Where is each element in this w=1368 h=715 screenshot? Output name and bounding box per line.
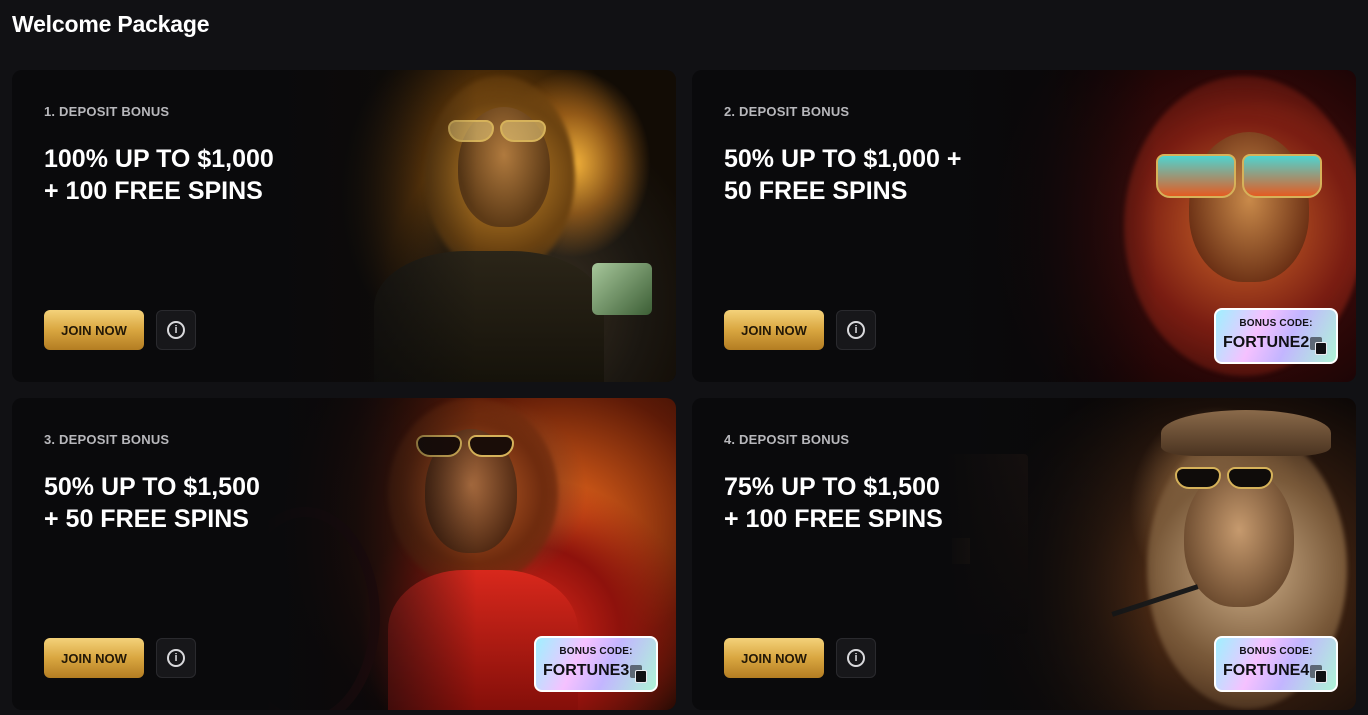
info-circle-icon: i bbox=[847, 321, 865, 339]
bonus-code-box[interactable]: BONUS CODE: FORTUNE2 bbox=[1214, 308, 1338, 364]
bonus-code-caption: BONUS CODE: bbox=[1239, 318, 1313, 329]
bonus-code-value: FORTUNE4 bbox=[1223, 662, 1310, 679]
bonus-code-box[interactable]: BONUS CODE: FORTUNE4 bbox=[1214, 636, 1338, 692]
info-button[interactable]: i bbox=[836, 310, 876, 350]
bonus-code-caption: BONUS CODE: bbox=[1239, 646, 1313, 657]
join-now-button[interactable]: JOIN NOW bbox=[724, 638, 824, 678]
bonus-card-3: 3. DEPOSIT BONUS 50% UP TO $1,500 + 50 F… bbox=[12, 398, 676, 710]
bonus-code-box[interactable]: BONUS CODE: FORTUNE3 bbox=[534, 636, 658, 692]
info-button[interactable]: i bbox=[156, 638, 196, 678]
deposit-bonus-label: 1. DEPOSIT BONUS bbox=[44, 104, 170, 119]
info-circle-icon: i bbox=[167, 649, 185, 667]
page-title: Welcome Package bbox=[12, 11, 210, 37]
bonus-code-caption: BONUS CODE: bbox=[559, 646, 633, 657]
copy-icon[interactable] bbox=[1310, 665, 1328, 683]
bonus-headline-line1: 75% UP TO $1,500 bbox=[724, 473, 940, 501]
deposit-bonus-label: 3. DEPOSIT BONUS bbox=[44, 432, 170, 447]
join-now-button[interactable]: JOIN NOW bbox=[44, 310, 144, 350]
join-now-button[interactable]: JOIN NOW bbox=[724, 310, 824, 350]
bonus-card-2: 2. DEPOSIT BONUS 50% UP TO $1,000 + 50 F… bbox=[692, 70, 1356, 382]
bonus-headline-line2: + 100 FREE SPINS bbox=[44, 177, 263, 205]
bonus-headline-line2: + 100 FREE SPINS bbox=[724, 505, 943, 533]
bonus-headline-line1: 100% UP TO $1,000 bbox=[44, 145, 274, 173]
deposit-bonus-label: 4. DEPOSIT BONUS bbox=[724, 432, 850, 447]
bonus-headline-line1: 50% UP TO $1,000 + bbox=[724, 145, 962, 173]
bonus-card-4: 4. DEPOSIT BONUS 75% UP TO $1,500 + 100 … bbox=[692, 398, 1356, 710]
deposit-bonus-label: 2. DEPOSIT BONUS bbox=[724, 104, 850, 119]
bonus-code-value: FORTUNE2 bbox=[1223, 334, 1310, 351]
info-button[interactable]: i bbox=[836, 638, 876, 678]
bonus-headline: 50% UP TO $1,000 + 50 FREE SPINS bbox=[724, 143, 1054, 207]
info-button[interactable]: i bbox=[156, 310, 196, 350]
info-circle-icon: i bbox=[167, 321, 185, 339]
bonus-headline: 100% UP TO $1,000 + 100 FREE SPINS bbox=[44, 143, 374, 207]
copy-icon[interactable] bbox=[630, 665, 648, 683]
bonus-card-1: 1. DEPOSIT BONUS 100% UP TO $1,000 + 100… bbox=[12, 70, 676, 382]
bonus-headline-line1: 50% UP TO $1,500 bbox=[44, 473, 260, 501]
join-now-button[interactable]: JOIN NOW bbox=[44, 638, 144, 678]
bonus-headline: 50% UP TO $1,500 + 50 FREE SPINS bbox=[44, 471, 374, 535]
bonus-headline: 75% UP TO $1,500 + 100 FREE SPINS bbox=[724, 471, 1054, 535]
bonus-headline-line2: 50 FREE SPINS bbox=[724, 177, 908, 205]
copy-icon[interactable] bbox=[1310, 337, 1328, 355]
bonus-headline-line2: + 50 FREE SPINS bbox=[44, 505, 249, 533]
bonus-code-value: FORTUNE3 bbox=[543, 662, 630, 679]
info-circle-icon: i bbox=[847, 649, 865, 667]
